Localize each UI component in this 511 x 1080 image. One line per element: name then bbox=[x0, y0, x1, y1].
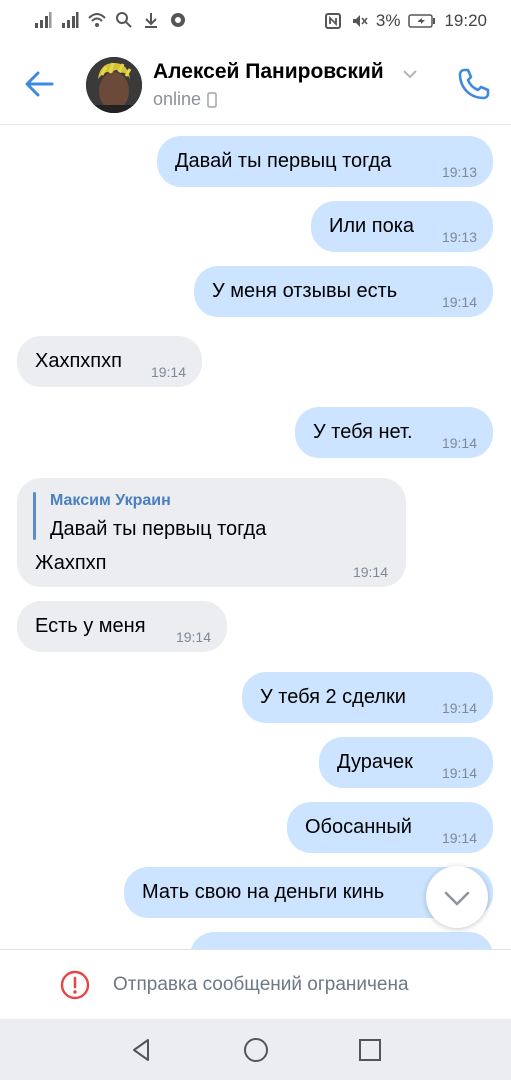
search-icon bbox=[116, 12, 132, 28]
message-bubble-outgoing[interactable]: У меня отзывы есть 19:14 bbox=[194, 266, 493, 317]
battery-icon bbox=[408, 14, 436, 28]
vpn-icon bbox=[171, 13, 185, 27]
message-time: 19:14 bbox=[150, 364, 186, 380]
restriction-text: Отправка сообщений ограничена bbox=[113, 974, 409, 995]
message-text: Обосанный bbox=[305, 816, 412, 838]
chat-header: Алексей Панировский online bbox=[0, 44, 511, 125]
phone-icon[interactable] bbox=[452, 62, 496, 106]
message-bubble-outgoing[interactable]: Дурачек 19:14 bbox=[319, 737, 493, 788]
mobile-icon bbox=[207, 91, 217, 108]
message-text: Или пока bbox=[329, 215, 415, 237]
message-text: У тебя 2 сделки bbox=[260, 686, 406, 708]
message-time: 19:14 bbox=[441, 435, 477, 451]
system-nav-bar bbox=[0, 1019, 511, 1080]
message-text: У меня отзывы есть bbox=[212, 280, 398, 302]
signal-icon bbox=[35, 12, 52, 28]
message-time: 19:14 bbox=[175, 629, 211, 645]
message-bubble-outgoing[interactable]: Или пока 19:13 bbox=[311, 201, 493, 252]
error-circle-icon bbox=[60, 970, 90, 1000]
reply-quote-bar bbox=[33, 492, 36, 540]
message-text: Хахпхпхп bbox=[35, 350, 122, 372]
wifi-icon bbox=[88, 13, 106, 27]
message-time: 19:14 bbox=[352, 564, 388, 580]
message-bubble-incoming[interactable]: Хахпхпхп 19:14 bbox=[17, 336, 202, 387]
signal-icon-2 bbox=[62, 12, 79, 28]
battery-percent: 3% bbox=[375, 11, 401, 30]
status-text: online bbox=[153, 89, 202, 109]
message-text: Есть у меня bbox=[35, 615, 146, 637]
avatar-image bbox=[86, 57, 142, 113]
reply-text: Давай ты первыц тогда bbox=[50, 518, 267, 540]
avatar[interactable] bbox=[86, 57, 142, 113]
contact-name[interactable]: Алексей Панировский bbox=[153, 60, 384, 84]
message-text: Давай ты первыц тогда bbox=[175, 150, 392, 172]
reply-author: Максим Украин bbox=[50, 492, 171, 509]
nav-back-icon[interactable] bbox=[128, 1036, 156, 1064]
message-time: 19:14 bbox=[441, 700, 477, 716]
messaging-restricted-bar: Отправка сообщений ограничена bbox=[0, 949, 511, 1020]
message-list[interactable]: Давай ты первыц тогда 19:13 Или пока 19:… bbox=[0, 125, 511, 949]
nfc-icon bbox=[324, 13, 341, 29]
nav-home-icon[interactable] bbox=[242, 1036, 270, 1064]
message-text: Мать свою на деньги кинь bbox=[142, 881, 385, 903]
scroll-down-button[interactable] bbox=[426, 866, 488, 928]
message-text: Дурачек bbox=[337, 751, 413, 773]
message-bubble-outgoing-partial[interactable] bbox=[190, 932, 493, 949]
status-icons-left bbox=[34, 11, 187, 29]
status-bar: 3% 19:20 bbox=[0, 0, 511, 44]
message-bubble-outgoing[interactable]: У тебя 2 сделки 19:14 bbox=[242, 672, 493, 723]
message-time: 19:13 bbox=[441, 229, 477, 245]
chevron-down-icon[interactable] bbox=[402, 68, 418, 80]
arrow-left-icon[interactable] bbox=[18, 64, 62, 104]
status-icons-right: 3% 19:20 bbox=[324, 11, 487, 31]
contact-status: online bbox=[153, 89, 217, 110]
message-bubble-outgoing[interactable]: У тебя нет. 19:14 bbox=[295, 407, 493, 458]
nav-recents-icon[interactable] bbox=[356, 1036, 384, 1064]
mute-icon bbox=[352, 15, 368, 27]
message-bubble-incoming[interactable]: Есть у меня 19:14 bbox=[17, 601, 227, 652]
message-bubble-incoming-reply[interactable]: Максим Украин Давай ты первыц тогда Жахп… bbox=[17, 478, 406, 587]
message-bubble-outgoing[interactable]: Давай ты первыц тогда 19:13 bbox=[157, 136, 493, 187]
message-text: Жахпхп bbox=[35, 552, 107, 574]
message-time: 19:14 bbox=[441, 294, 477, 310]
message-time: 19:14 bbox=[441, 765, 477, 781]
message-text: У тебя нет. bbox=[313, 421, 413, 443]
message-time: 19:14 bbox=[441, 830, 477, 846]
message-time: 19:13 bbox=[441, 164, 477, 180]
download-icon bbox=[145, 13, 157, 28]
message-bubble-outgoing[interactable]: Обосанный 19:14 bbox=[287, 802, 493, 853]
chevron-down-icon bbox=[444, 891, 470, 906]
clock: 19:20 bbox=[444, 11, 487, 30]
